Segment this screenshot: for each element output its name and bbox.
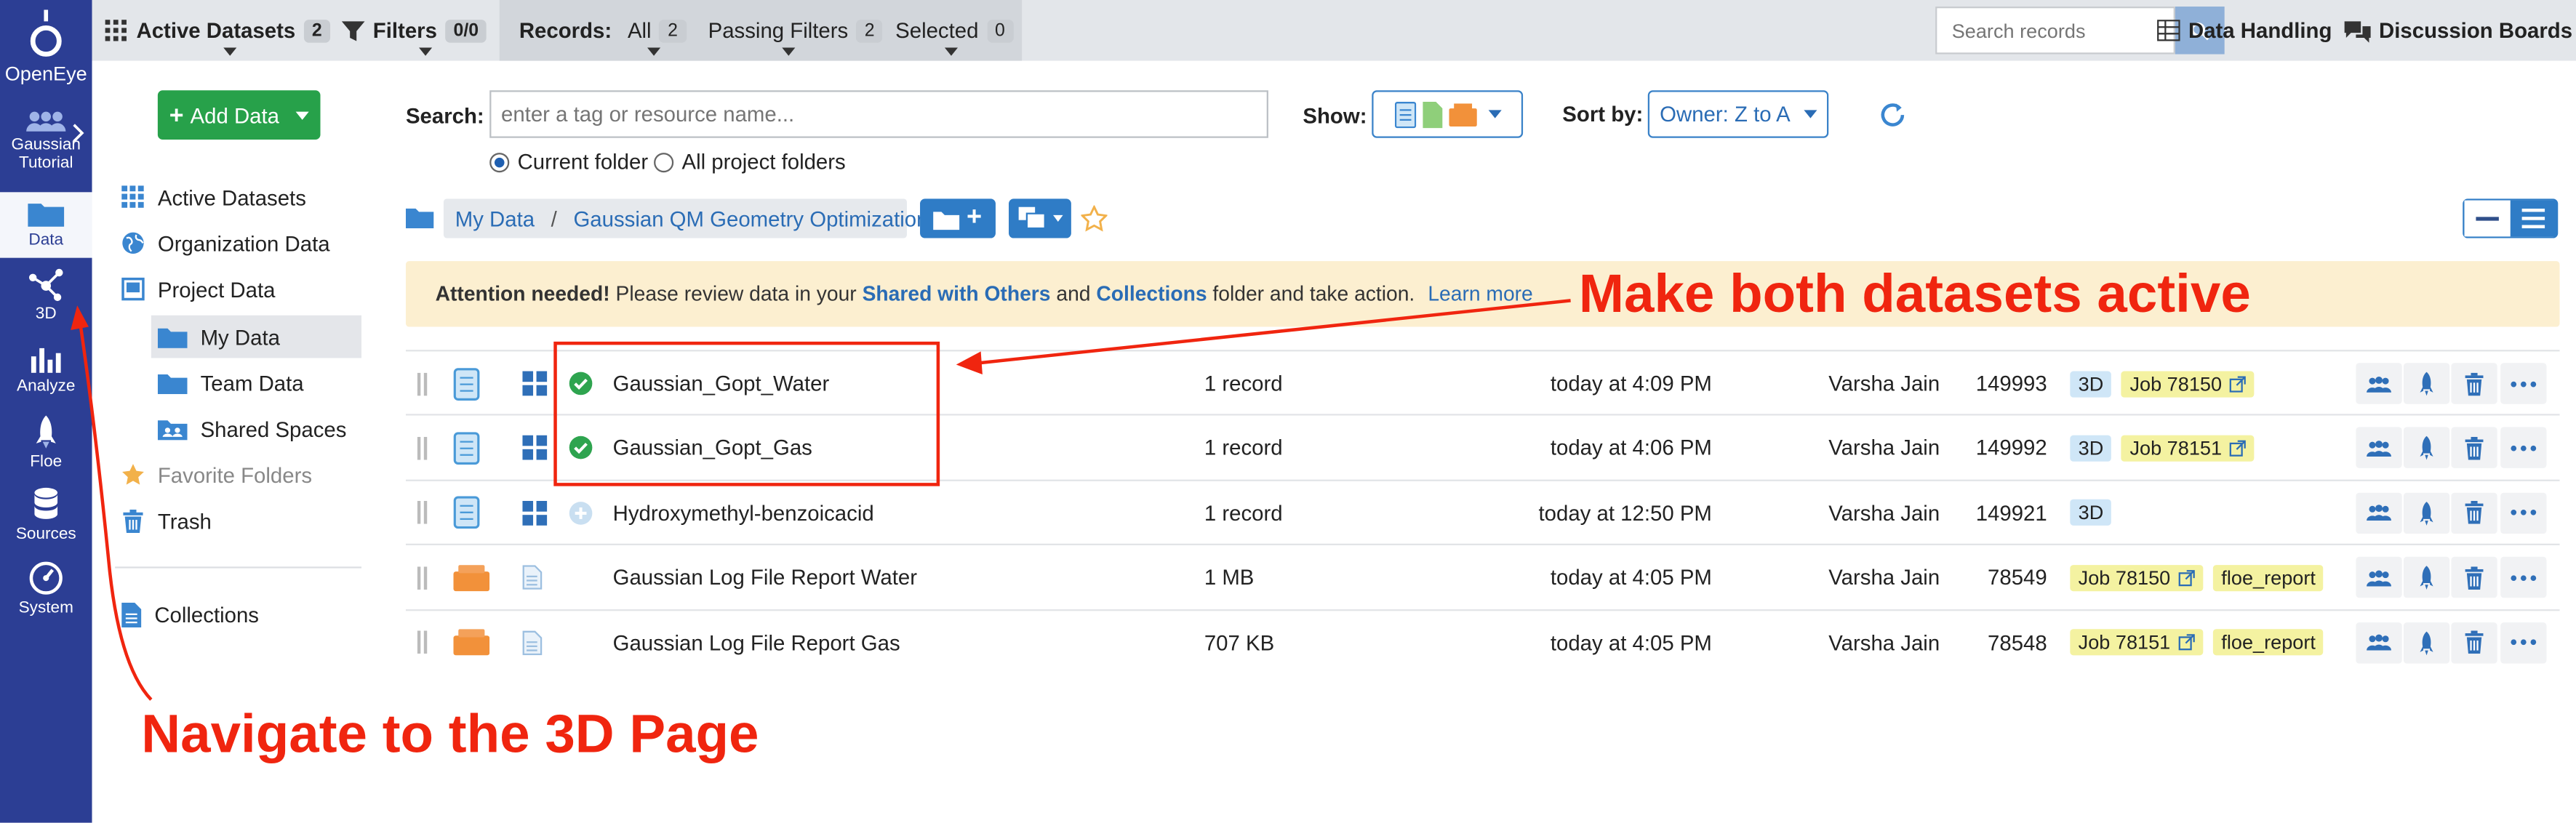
app-root: OpenEye Gaussian Tutorial Data 3D Analyz…	[0, 0, 2576, 823]
arrow-to-datasets	[979, 299, 1571, 365]
arrowhead	[71, 305, 89, 331]
arrow-to-3d	[79, 324, 153, 701]
arrowhead	[956, 351, 983, 375]
annotation-overlay	[71, 299, 1571, 701]
highlight-box	[553, 341, 940, 486]
